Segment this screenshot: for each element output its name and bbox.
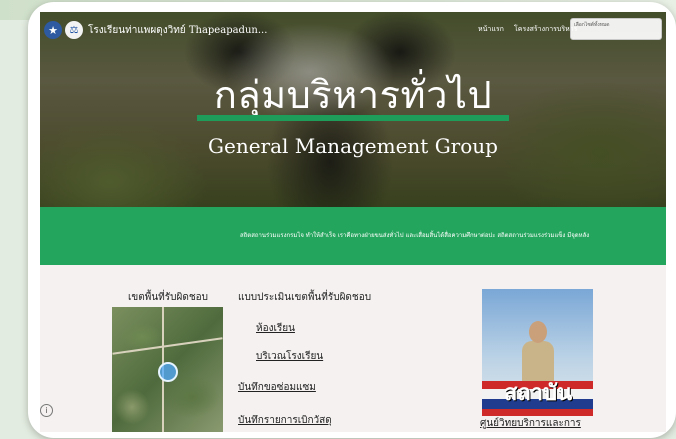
- resource-center-link[interactable]: ศูนย์วิทยบริการและการ: [480, 416, 581, 431]
- search-box-label: เลือกไซต์ทั้งหมด: [574, 22, 610, 28]
- school-emblem-icon[interactable]: ★: [44, 21, 62, 39]
- nav-structure-link[interactable]: โครงสร้างการบริหาร: [514, 24, 577, 35]
- supplies-request-link[interactable]: บันทึกรายการเบิกวัสดุ: [238, 413, 332, 428]
- school-grounds-link[interactable]: บริเวณโรงเรียน: [256, 349, 323, 364]
- classroom-link[interactable]: ห้องเรียน: [256, 321, 295, 336]
- motto-band: สถิตสถานร่วมแรงกรมไจ ทำให้สำเร็จ เราคือท…: [40, 207, 666, 265]
- motto-text: สถิตสถานร่วมแรงกรมไจ ทำให้สำเร็จ เราคือท…: [240, 232, 590, 239]
- assessment-heading: แบบประเมินเขตพื้นที่รับผิดชอบ: [238, 292, 372, 303]
- map-marker-icon: [158, 362, 178, 382]
- info-icon[interactable]: i: [40, 404, 53, 417]
- site-search-box[interactable]: เลือกไซต์ทั้งหมด: [570, 18, 662, 40]
- nav-home-link[interactable]: หน้าแรก: [478, 24, 504, 35]
- poster-image[interactable]: สถาบัน: [482, 289, 593, 416]
- browser-screen: ★ ⚖ โรงเรียนท่าแพผดุงวิทย์ Thapeapadun..…: [40, 12, 666, 432]
- poster-caption: สถาบัน: [504, 381, 573, 406]
- person-head: [529, 321, 547, 343]
- title-underline: [197, 115, 509, 121]
- area-heading: เขตพื้นที่รับผิดชอบ: [128, 292, 208, 303]
- crest-icon[interactable]: ⚖: [65, 21, 83, 39]
- area-map-image[interactable]: [112, 307, 223, 432]
- map-road: [112, 337, 223, 355]
- content-section: เขตพื้นที่รับผิดชอบ แบบประเมินเขตพื้นที่…: [40, 265, 666, 432]
- site-name-link[interactable]: โรงเรียนท่าแพผดุงวิทย์ Thapeapadun...: [88, 23, 267, 38]
- hero-banner: ★ ⚖ โรงเรียนท่าแพผดุงวิทย์ Thapeapadun..…: [40, 12, 666, 207]
- repair-request-link[interactable]: บันทึกขอซ่อมแซม: [238, 380, 316, 395]
- page-subtitle: General Management Group: [208, 134, 498, 158]
- top-nav: ★ ⚖ โรงเรียนท่าแพผดุงวิทย์ Thapeapadun..…: [40, 12, 666, 48]
